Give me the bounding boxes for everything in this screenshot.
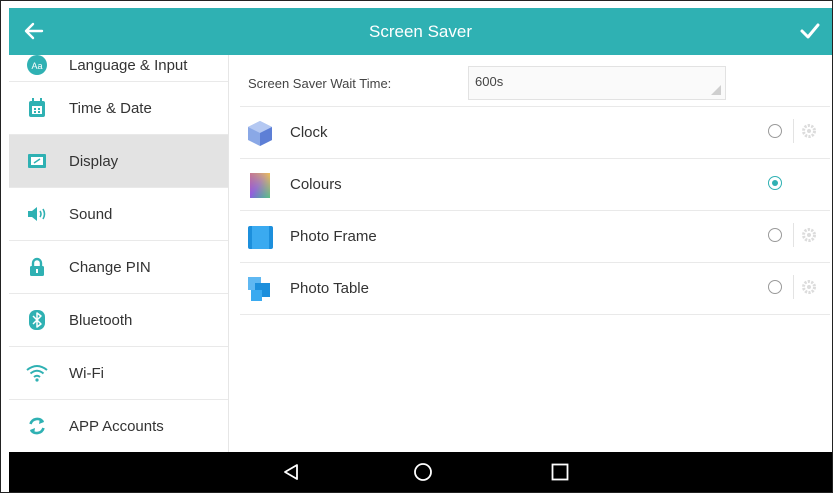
radio-button-selected[interactable] bbox=[768, 176, 782, 190]
photo-table-icon bbox=[248, 277, 270, 301]
option-label: Clock bbox=[290, 124, 328, 141]
app-window: Screen Saver Aa Language & Input Time & … bbox=[0, 0, 833, 493]
photo-frame-icon bbox=[248, 226, 273, 249]
system-nav-bar bbox=[9, 452, 832, 492]
language-icon: Aa bbox=[26, 55, 48, 76]
sidebar-item-label: APP Accounts bbox=[69, 417, 164, 435]
option-row-photo-frame[interactable]: Photo Frame bbox=[240, 211, 830, 263]
svg-text:Aa: Aa bbox=[31, 61, 42, 71]
sidebar-item-label: Language & Input bbox=[69, 56, 188, 74]
wait-time-field[interactable]: 600s bbox=[468, 66, 726, 100]
sidebar-item-label: Sound bbox=[69, 205, 113, 223]
wait-time-row: Screen Saver Wait Time: 600s bbox=[240, 58, 830, 107]
wifi-icon bbox=[26, 362, 48, 384]
sidebar-item-display[interactable]: Display bbox=[9, 135, 228, 188]
radio-button[interactable] bbox=[768, 124, 782, 138]
sidebar-item-label: Display bbox=[69, 152, 119, 170]
option-label: Colours bbox=[290, 176, 342, 193]
sidebar-item-bluetooth[interactable]: Bluetooth bbox=[9, 294, 228, 347]
home-circle-icon[interactable] bbox=[412, 461, 434, 483]
title-bar: Screen Saver bbox=[9, 8, 832, 55]
option-row-colours[interactable]: Colours bbox=[240, 159, 830, 211]
speaker-icon bbox=[26, 203, 48, 225]
divider bbox=[793, 223, 794, 247]
option-row-photo-table[interactable]: Photo Table bbox=[240, 263, 830, 315]
sidebar-item-wifi[interactable]: Wi-Fi bbox=[9, 347, 228, 400]
calendar-icon bbox=[26, 97, 48, 119]
dropdown-corner-icon bbox=[711, 85, 721, 95]
wait-time-value: 600s bbox=[475, 74, 504, 89]
lock-icon bbox=[26, 256, 48, 278]
option-label: Photo Frame bbox=[290, 228, 377, 245]
display-icon bbox=[26, 150, 48, 172]
sidebar-item-label: Wi-Fi bbox=[69, 364, 104, 382]
check-icon[interactable] bbox=[798, 19, 822, 43]
divider bbox=[793, 119, 794, 143]
sidebar-item-label: Change PIN bbox=[69, 258, 151, 276]
gear-icon[interactable] bbox=[800, 122, 818, 140]
radio-button[interactable] bbox=[768, 280, 782, 294]
colours-icon bbox=[250, 173, 270, 198]
bluetooth-icon bbox=[26, 309, 48, 331]
sidebar-item-label: Time & Date bbox=[69, 99, 152, 117]
clock-cube-icon bbox=[248, 121, 272, 146]
settings-sidebar: Aa Language & Input Time & Date Display … bbox=[9, 55, 229, 452]
divider bbox=[793, 275, 794, 299]
option-row-clock[interactable]: Clock bbox=[240, 107, 830, 159]
radio-button[interactable] bbox=[768, 228, 782, 242]
sidebar-item-language-input[interactable]: Aa Language & Input bbox=[9, 55, 228, 82]
page-title: Screen Saver bbox=[369, 22, 472, 41]
sidebar-item-time-date[interactable]: Time & Date bbox=[9, 82, 228, 135]
sidebar-item-change-pin[interactable]: Change PIN bbox=[9, 241, 228, 294]
sidebar-item-sound[interactable]: Sound bbox=[9, 188, 228, 241]
option-label: Photo Table bbox=[290, 280, 369, 297]
sync-icon bbox=[26, 415, 48, 437]
back-triangle-icon[interactable] bbox=[280, 461, 302, 483]
sidebar-item-app-accounts[interactable]: APP Accounts bbox=[9, 400, 228, 452]
sidebar-item-label: Bluetooth bbox=[69, 311, 133, 329]
wait-time-label: Screen Saver Wait Time: bbox=[248, 76, 392, 91]
gear-icon[interactable] bbox=[800, 278, 818, 296]
recents-square-icon[interactable] bbox=[549, 461, 571, 483]
screen-saver-panel: Screen Saver Wait Time: 600s Clock Colou… bbox=[238, 55, 832, 452]
gear-icon[interactable] bbox=[800, 226, 818, 244]
